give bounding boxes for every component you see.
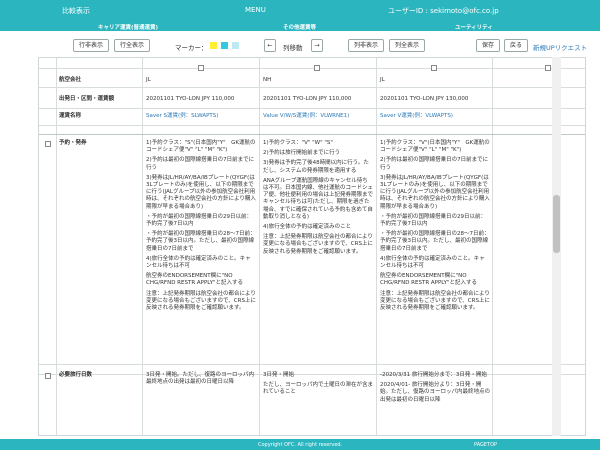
column-select-checkbox[interactable] <box>314 65 320 71</box>
booking-text: 航空券のENDORSEMENT欄に"NO CHG/RFND RESTR APPL… <box>380 273 478 287</box>
booking-text: 2)予約は最初の国際線搭乗日の7日前までに行う <box>380 157 489 171</box>
booking-text: 4)旅行全体の予約は確定済みのこと。キャンセル待ちは不可 <box>146 255 251 270</box>
top-navigation-bar: 比較表示 MENU ユーザーID : sekimoto@ofc.co.jp <box>0 0 600 20</box>
booking-cell: 1)予約クラス："V"(日本国内"Y" GK運航のコードシェア便"V" "L" … <box>380 140 490 315</box>
toolbar: 行非表示 行全表示 マーカー： ← 列移動 → 列非表示 列全表示 保存 戻る … <box>0 31 600 57</box>
row-header-departure: 出発日・区間・運賃額 <box>59 96 115 102</box>
menu-button[interactable]: MENU <box>245 6 266 14</box>
user-id-label: ユーザーID : sekimoto@ofc.co.jp <box>388 7 499 15</box>
booking-text: 1)予約クラス："V"(日本国内"Y" GK運航のコードシェア便"V" "L" … <box>380 140 490 154</box>
booking-text: ・予約が最初の国際線搭乗日の28〜7日前：予約完了後3日以内。ただし、最初の国際… <box>380 231 490 252</box>
booking-text: ・予約が最初の国際線搭乗日の28〜7日前：予約完了後3日以内。ただし、最初の国際… <box>146 231 256 252</box>
booking-text: 3)発券はJL/HR/AY/BA/IBプレート(QYGF(は3Lプレートのみ)を… <box>380 174 490 210</box>
min-stay-cell: 3日発・開始。ただし、復路のヨーロッパ内最終地点の出発は最初の日曜日以降 <box>146 372 255 386</box>
save-button[interactable]: 保存 <box>476 39 500 52</box>
fare-name-link[interactable]: Saver S運賃(例：SLWAPTS) <box>146 113 218 120</box>
departure-cell: 20201101 TYO-LON JPY 110,000 <box>146 96 235 102</box>
scrollbar-thumb[interactable] <box>553 195 560 253</box>
pagetop-link[interactable]: PAGETOP <box>474 442 497 448</box>
fare-name-link[interactable]: Value V/W/S運賃(例：VLWRNE1) <box>263 113 349 120</box>
fare-name-link[interactable]: Saver V運賃(例：VLWAPTS) <box>380 113 453 120</box>
booking-text: 3)発券は予約完了後48時間以内に行う。ただし、システムの発券期限を適用する <box>263 160 369 174</box>
nav-career-fare[interactable]: キャリア運賃(普通運賃) <box>98 23 158 31</box>
booking-text: ANAグループ運航国際線のキャンセル待ちは不可。日本国内線、他社運航のコードシェ… <box>263 177 374 220</box>
show-all-rows-button[interactable]: 行全表示 <box>114 39 150 52</box>
nav-other-fares[interactable]: その他運賃等 <box>283 23 316 31</box>
column-move-label: 列移動 <box>283 44 303 52</box>
booking-cell: 1)予約クラス："S"(日本国内"Y" GK運航のコードシェア便"V" "L" … <box>146 140 256 315</box>
hide-row-button[interactable]: 行非表示 <box>73 39 109 52</box>
departure-cell: 20201101 TYO-LON JPY 130,000 <box>380 96 469 102</box>
row-header-airline: 航空会社 <box>59 77 82 83</box>
booking-text: 1)予約クラス："V" "W" "S" <box>263 140 333 146</box>
min-stay-text: ただし、ヨーロッパ内で土曜日の滞在が含まれていること <box>263 382 374 396</box>
booking-text: ・予約が最初の国際線搭乗日の29日以前：予約完了後7日以内 <box>380 213 486 228</box>
marker-cyan-swatch[interactable] <box>221 42 228 49</box>
airline-cell: NH <box>263 77 272 83</box>
column-select-checkbox[interactable] <box>431 65 437 71</box>
min-stay-cell: -2020/3/31 旅行開始分まで：3日発・開始 2020/4/01- 旅行開… <box>380 372 490 407</box>
hide-column-button[interactable]: 列非表示 <box>348 39 384 52</box>
min-stay-text: 2020/4/01- 旅行開始分より：3日発・開始。ただし、復路のヨーロッパ内最… <box>380 382 491 403</box>
footer: Copyright OFC. All right reserved. PAGET… <box>0 439 600 450</box>
new-request-link[interactable]: 新規UPリクエスト <box>533 42 587 52</box>
move-column-right-button[interactable]: → <box>311 39 323 52</box>
move-column-left-button[interactable]: ← <box>264 39 276 52</box>
airline-cell: JL <box>146 77 151 83</box>
booking-text: 注意：上記発券期限は航空会社の都合により変更になる場合もございますので、CRS上… <box>146 290 256 312</box>
booking-text: 注意：上記発券期限は航空会社の都合により変更になる場合もございますので、CRS上… <box>263 234 373 255</box>
row-header-fare-name: 運賃名称 <box>59 113 82 119</box>
marker-lightblue-swatch[interactable] <box>232 42 239 49</box>
comparison-table: 航空会社 JL NH JL 出発日・区間・運賃額 20201101 TYO-LO… <box>38 57 586 436</box>
row-select-checkbox[interactable] <box>45 373 51 379</box>
booking-text: 3)発券はJL/HR/AY/BA/IBプレート(QYGF(は3Lプレートのみ)を… <box>146 174 256 210</box>
booking-text: 注意：上記発券期限は航空会社の都合により変更になる場合もございますので、CRS上… <box>380 290 490 312</box>
booking-text: 2)予約は最初の国際線搭乗日の7日前までに行う <box>146 157 255 171</box>
booking-cell: 1)予約クラス："V" "W" "S" 2)予約は旅行開始前までに行う 3)発券… <box>263 140 373 259</box>
min-stay-text: -2020/3/31 旅行開始分まで：3日発・開始 <box>380 372 487 378</box>
column-select-checkbox[interactable] <box>545 65 551 71</box>
booking-text: 航空券のENDORSEMENT欄に"NO CHG/RFND RESTR APPL… <box>146 273 244 287</box>
marker-label: マーカー： <box>175 44 208 52</box>
booking-text: 4)旅行全体の予約は確定済みのこと。キャンセル待ちは不可 <box>380 255 485 270</box>
row-select-checkbox[interactable] <box>45 141 51 147</box>
marker-yellow-swatch[interactable] <box>210 42 217 49</box>
show-all-columns-button[interactable]: 列全表示 <box>389 39 425 52</box>
booking-text: 4)旅行全体の予約は確定済みのこと <box>263 224 352 231</box>
column-select-checkbox[interactable] <box>198 65 204 71</box>
compare-view-link[interactable]: 比較表示 <box>62 6 90 16</box>
copyright-text: Copyright OFC. All right reserved. <box>258 442 343 448</box>
row-header-booking: 予約・発券 <box>59 140 87 146</box>
sub-navigation-bar: キャリア運賃(普通運賃) その他運賃等 ユーティリティ <box>0 20 600 31</box>
min-stay-text: 3日発・開始 <box>263 372 294 378</box>
nav-utility[interactable]: ユーティリティ <box>455 23 493 31</box>
booking-text: 2)予約は旅行開始前までに行う <box>263 150 341 157</box>
departure-cell: 20201101 TYO-LON JPY 110,000 <box>263 96 352 102</box>
row-header-min-stay: 必要旅行日数 <box>59 372 93 378</box>
airline-cell: JL <box>380 77 385 83</box>
back-button[interactable]: 戻る <box>504 39 528 52</box>
booking-text: ・予約が最初の国際線搭乗日の29日以前：予約完了後7日以内 <box>146 213 252 228</box>
min-stay-cell: 3日発・開始 ただし、ヨーロッパ内で土曜日の滞在が含まれていること <box>263 372 373 400</box>
booking-text: 1)予約クラス："S"(日本国内"Y" GK運航のコードシェア便"V" "L" … <box>146 140 256 154</box>
